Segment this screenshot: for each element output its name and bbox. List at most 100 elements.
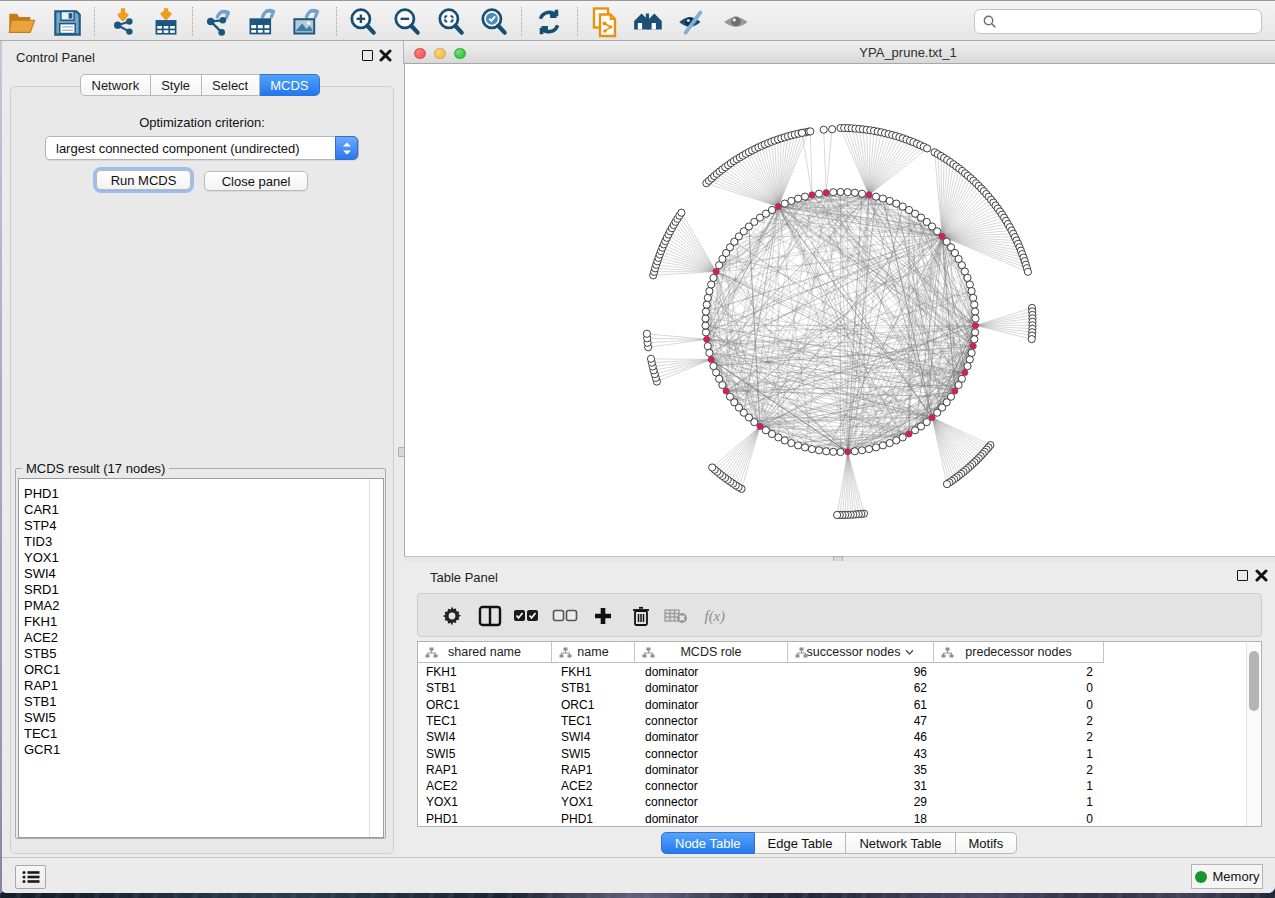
close-panel-icon[interactable] <box>379 49 392 62</box>
status-bar: Memory <box>0 857 1275 893</box>
cell-predecessor-nodes: 1 <box>934 795 1093 809</box>
table-row-ACE2[interactable]: ACE2ACE2connector311 <box>418 778 1246 794</box>
table-close-icon[interactable] <box>1255 569 1268 582</box>
tab-edge-table[interactable]: Edge Table <box>755 832 847 854</box>
table-float-icon[interactable] <box>1237 570 1248 581</box>
desktop-edge-sliver <box>0 41 2 893</box>
table-row-FKH1[interactable]: FKH1FKH1dominator962 <box>418 664 1246 680</box>
search-input[interactable] <box>998 12 1261 32</box>
table-row-PHD1[interactable]: PHD1PHD1dominator180 <box>418 810 1246 826</box>
memory-button[interactable]: Memory <box>1191 864 1263 889</box>
column-header-MCDS-role[interactable]: MCDS role <box>635 642 788 663</box>
mcds-result-item[interactable]: YOX1 <box>19 550 383 566</box>
export-image-icon[interactable] <box>289 5 323 39</box>
mcds-result-item[interactable]: STB1 <box>19 694 383 710</box>
float-panel-icon[interactable] <box>362 50 373 61</box>
zoom-in-icon[interactable] <box>346 5 380 39</box>
delete-column-icon[interactable] <box>627 602 655 630</box>
mcds-result-item[interactable]: CAR1 <box>19 502 383 518</box>
mcds-result-item[interactable]: TID3 <box>19 534 383 550</box>
table-row-TEC1[interactable]: TEC1TEC1connector472 <box>418 712 1246 728</box>
mcds-result-item[interactable]: STP4 <box>19 518 383 534</box>
table-row-SWI4[interactable]: SWI4SWI4dominator462 <box>418 729 1246 745</box>
cell-mcds-role: dominator <box>645 698 698 712</box>
mcds-result-item[interactable]: ACE2 <box>19 630 383 646</box>
select-all-checks-icon[interactable] <box>512 602 540 630</box>
mcds-result-item[interactable]: SWI5 <box>19 710 383 726</box>
zoom-out-icon[interactable] <box>390 5 424 39</box>
export-network-icon[interactable] <box>202 5 236 39</box>
show-all-icon[interactable] <box>720 5 754 39</box>
import-network-icon[interactable] <box>106 5 140 39</box>
column-header-shared-name[interactable]: shared name <box>418 642 552 663</box>
network-canvas[interactable] <box>404 64 1275 556</box>
control-panel-title: Control Panel <box>16 50 95 65</box>
mcds-result-item[interactable]: GCR1 <box>19 742 383 758</box>
criterion-dropdown[interactable]: largest connected component (undirected) <box>45 136 359 160</box>
tab-node-table[interactable]: Node Table <box>661 832 755 854</box>
table-row-ORC1[interactable]: ORC1ORC1dominator610 <box>418 696 1246 712</box>
first-neighbors-icon[interactable] <box>632 5 666 39</box>
cell-shared-name: TEC1 <box>426 714 457 728</box>
refresh-icon[interactable] <box>532 5 566 39</box>
column-header-label: successor nodes <box>807 645 901 659</box>
tab-motifs[interactable]: Motifs <box>956 832 1018 854</box>
zoom-selected-icon[interactable] <box>477 5 511 39</box>
toolbar-separator <box>521 7 522 36</box>
cell-predecessor-nodes: 0 <box>934 698 1093 712</box>
mcds-result-title: MCDS result (17 nodes) <box>22 461 169 476</box>
close-panel-button[interactable]: Close panel <box>204 171 308 191</box>
table-row-RAP1[interactable]: RAP1RAP1dominator352 <box>418 761 1246 777</box>
open-file-icon[interactable] <box>5 5 39 39</box>
network-window-title: YPA_prune.txt_1 <box>708 45 1108 60</box>
hide-selected-icon[interactable] <box>675 5 709 39</box>
column-header-successor-nodes[interactable]: successor nodes <box>788 642 934 663</box>
table-row-YOX1[interactable]: YOX1YOX1connector291 <box>418 794 1246 810</box>
table-scrollbar[interactable] <box>1246 643 1260 826</box>
table-row-SWI5[interactable]: SWI5SWI5connector431 <box>418 745 1246 761</box>
split-columns-icon[interactable] <box>476 602 504 630</box>
column-header-name[interactable]: name <box>552 642 635 663</box>
deselect-all-checks-icon[interactable] <box>551 602 579 630</box>
mcds-result-list[interactable]: PHD1CAR1STP4TID3YOX1SWI4SRD1PMA2FKH1ACE2… <box>18 478 384 838</box>
tab-network[interactable]: Network <box>80 74 151 96</box>
mcds-result-item[interactable]: PHD1 <box>19 486 383 502</box>
table-scrollbar-thumb[interactable] <box>1249 651 1259 711</box>
run-mcds-button[interactable]: Run MCDS <box>96 170 191 190</box>
tab-network-table[interactable]: Network Table <box>846 832 955 854</box>
mcds-result-item[interactable]: SWI4 <box>19 566 383 582</box>
mcds-result-item[interactable]: ORC1 <box>19 662 383 678</box>
mcds-result-item[interactable]: PMA2 <box>19 598 383 614</box>
mcds-result-item[interactable]: STB5 <box>19 646 383 662</box>
cell-successor-nodes: 29 <box>788 795 927 809</box>
cell-mcds-role: dominator <box>645 730 698 744</box>
close-window-button[interactable] <box>414 48 426 60</box>
tab-select[interactable]: Select <box>202 74 260 96</box>
result-list-scrollbar[interactable] <box>369 479 370 837</box>
run-mcds-label: Run MCDS <box>111 173 177 188</box>
mcds-result-group: MCDS result (17 nodes) PHD1CAR1STP4TID3Y… <box>15 468 386 839</box>
mcds-result-item[interactable]: FKH1 <box>19 614 383 630</box>
task-history-button[interactable] <box>15 865 46 889</box>
tab-mcds[interactable]: MCDS <box>260 74 320 96</box>
table-row-STB1[interactable]: STB1STB1dominator620 <box>418 680 1246 696</box>
import-table-icon[interactable] <box>149 5 183 39</box>
sort-descending-icon <box>905 649 914 655</box>
cell-name: SWI4 <box>561 730 590 744</box>
network-window: YPA_prune.txt_1 <box>403 41 1275 561</box>
minimize-window-button[interactable] <box>434 48 446 60</box>
toolbar-separator <box>192 7 193 36</box>
add-column-icon[interactable] <box>589 602 617 630</box>
table-options-gear-icon[interactable] <box>438 602 466 630</box>
column-header-predecessor-nodes[interactable]: predecessor nodes <box>934 642 1104 663</box>
save-session-icon[interactable] <box>50 5 84 39</box>
copy-share-icon[interactable] <box>589 5 623 39</box>
tab-style[interactable]: Style <box>151 74 202 96</box>
mcds-result-item[interactable]: TEC1 <box>19 726 383 742</box>
mcds-result-item[interactable]: RAP1 <box>19 678 383 694</box>
mcds-result-item[interactable]: SRD1 <box>19 582 383 598</box>
maximize-window-button[interactable] <box>454 48 466 60</box>
search-box[interactable] <box>974 9 1262 34</box>
export-table-icon[interactable] <box>245 5 279 39</box>
zoom-fit-icon[interactable] <box>434 5 468 39</box>
